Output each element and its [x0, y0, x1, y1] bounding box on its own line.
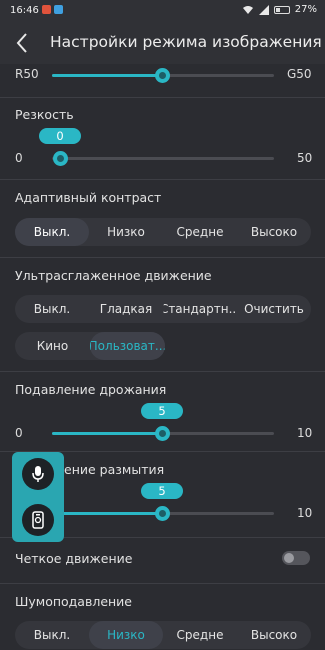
- tint-slider-thumb[interactable]: [155, 68, 170, 83]
- adaptive-contrast-option-high[interactable]: Высоко: [237, 218, 311, 246]
- sharpness-value-bubble: 0: [39, 128, 81, 144]
- tint-right-label: G50: [287, 67, 312, 81]
- adaptive-contrast-option-low[interactable]: Низко: [89, 218, 163, 246]
- judder-slider-fill: [52, 432, 163, 435]
- motion-smoothing-label: Ультрасглаженное движение: [15, 268, 212, 283]
- blur-slider-fill: [52, 512, 163, 515]
- divider: [0, 97, 325, 98]
- motion-smoothing-selector-row1: Выкл. Гладкая Стандартн... Очистить: [15, 295, 311, 323]
- judder-slider-thumb[interactable]: [155, 426, 170, 441]
- blur-value-bubble: 5: [141, 483, 183, 499]
- signal-icon: [258, 4, 269, 15]
- remote-icon: [32, 511, 44, 529]
- microphone-icon: [32, 466, 44, 482]
- notification-icons: [42, 5, 63, 14]
- adaptive-contrast-option-off[interactable]: Выкл.: [15, 218, 89, 246]
- wifi-icon: [242, 5, 253, 14]
- judder-min-label: 0: [15, 426, 23, 440]
- motion-option-clear[interactable]: Очистить: [237, 295, 311, 323]
- adaptive-contrast-label: Адаптивный контраст: [15, 190, 162, 205]
- motion-option-custom[interactable]: Пользоват...: [90, 332, 165, 360]
- app-notification-icon: [54, 5, 63, 14]
- blur-slider-thumb[interactable]: [155, 506, 170, 521]
- status-time: 16:46: [10, 5, 39, 16]
- clear-motion-toggle[interactable]: [282, 551, 310, 565]
- sharpness-max-label: 50: [297, 151, 313, 165]
- noise-option-off[interactable]: Выкл.: [15, 621, 89, 649]
- floating-assistant-bar: [12, 452, 64, 542]
- sharpness-slider-thumb[interactable]: [53, 151, 68, 166]
- remote-button[interactable]: [22, 504, 54, 536]
- voice-button[interactable]: [22, 458, 54, 490]
- blur-max-label: 10: [297, 506, 313, 520]
- sharpness-slider[interactable]: [52, 157, 274, 160]
- motion-option-standard[interactable]: Стандартн...: [163, 295, 237, 323]
- motion-option-smooth[interactable]: Гладкая: [89, 295, 163, 323]
- adaptive-contrast-option-medium[interactable]: Средне: [163, 218, 237, 246]
- divider: [0, 257, 325, 258]
- noise-reduction-selector: Выкл. Низко Средне Высоко: [15, 621, 311, 649]
- tint-slider-fill: [52, 74, 163, 77]
- blur-label: ение размытия: [64, 462, 165, 477]
- motion-option-off[interactable]: Выкл.: [15, 295, 89, 323]
- page-title: Настройки режима изображения: [50, 33, 322, 51]
- divider: [0, 179, 325, 180]
- status-bar: 16:46 27%: [0, 0, 325, 22]
- sharpness-label: Резкость: [15, 107, 74, 122]
- judder-max-label: 10: [297, 426, 313, 440]
- chevron-left-icon: [16, 33, 27, 53]
- battery-icon: [273, 5, 290, 14]
- header: Настройки режима изображения: [0, 22, 325, 64]
- noise-option-low[interactable]: Низко: [89, 621, 163, 649]
- motion-option-cinema[interactable]: Кино: [15, 332, 90, 360]
- motion-smoothing-selector-row2: Кино Пользоват...: [15, 332, 165, 360]
- app-notification-icon: [42, 5, 51, 14]
- noise-option-high[interactable]: Высоко: [237, 621, 311, 649]
- divider: [0, 371, 325, 372]
- sharpness-min-label: 0: [15, 151, 23, 165]
- back-button[interactable]: [10, 30, 34, 56]
- divider: [0, 583, 325, 584]
- tint-left-label: R50: [15, 67, 39, 81]
- battery-percent: 27%: [294, 4, 317, 15]
- judder-value-bubble: 5: [141, 403, 183, 419]
- noise-option-medium[interactable]: Средне: [163, 621, 237, 649]
- noise-reduction-label: Шумоподавление: [15, 594, 132, 609]
- judder-label: Подавление дрожания: [15, 382, 167, 397]
- adaptive-contrast-selector: Выкл. Низко Средне Высоко: [15, 218, 311, 246]
- clear-motion-label: Четкое движение: [15, 551, 133, 566]
